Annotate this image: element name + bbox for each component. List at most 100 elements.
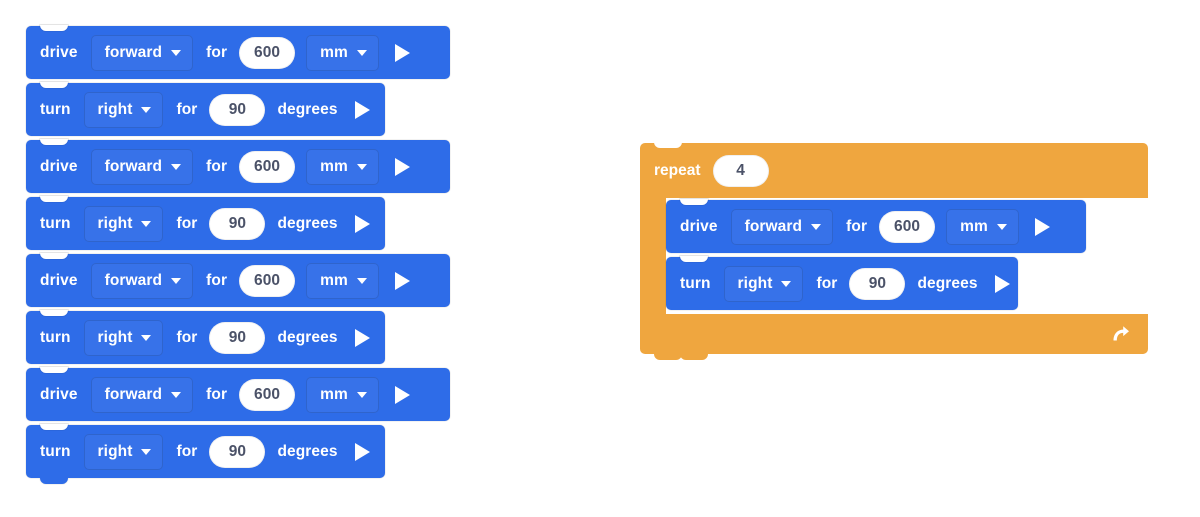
for-label: for [176, 100, 198, 118]
unit-label: degrees [277, 328, 338, 346]
turn-verb-label: turn [40, 100, 71, 118]
chevron-down-icon [141, 220, 152, 227]
amount-input[interactable]: 600 [239, 264, 296, 297]
block-notch [40, 196, 68, 202]
unit-dropdown[interactable]: mm [306, 376, 379, 413]
amount-input[interactable]: 600 [879, 210, 936, 243]
drive-block[interactable]: drive forward for 600 mm [666, 199, 1086, 253]
direction-dropdown[interactable]: right [723, 265, 804, 302]
repeat-left-arm [640, 198, 666, 314]
block-notch [40, 139, 68, 145]
chevron-down-icon [171, 49, 182, 56]
turn-block[interactable]: turn right for 90 degrees [26, 310, 385, 364]
repeat-block-header[interactable]: repeat 4 [640, 142, 1148, 198]
direction-dropdown[interactable]: forward [90, 34, 194, 71]
turn-block[interactable]: turn right for 90 degrees [666, 256, 1018, 310]
unit-dropdown-value: mm [320, 271, 348, 289]
block-notch [40, 253, 68, 259]
for-label: for [206, 385, 228, 403]
block-bump [654, 354, 682, 360]
play-icon[interactable] [394, 385, 410, 404]
direction-dropdown-value: right [737, 274, 773, 292]
block-notch [680, 199, 708, 205]
direction-dropdown[interactable]: right [83, 205, 164, 242]
direction-dropdown[interactable]: forward [90, 148, 194, 185]
drive-block[interactable]: drive forward for 600 mm [26, 25, 450, 79]
repeat-loop-program-stack[interactable]: repeat 4 drive forward for 600 mm turn right fo… [640, 142, 1148, 360]
direction-dropdown-value: forward [104, 157, 163, 175]
amount-input[interactable]: 90 [849, 267, 906, 300]
unit-dropdown[interactable]: mm [946, 208, 1019, 245]
drive-verb-label: drive [40, 43, 78, 61]
chevron-down-icon [171, 391, 182, 398]
block-notch [40, 367, 68, 373]
turn-verb-label: turn [40, 214, 71, 232]
direction-dropdown[interactable]: right [83, 91, 164, 128]
unit-dropdown[interactable]: mm [306, 34, 379, 71]
drive-block[interactable]: drive forward for 600 mm [26, 139, 450, 193]
turn-verb-label: turn [40, 328, 71, 346]
amount-input[interactable]: 600 [239, 150, 296, 183]
play-icon[interactable] [354, 328, 370, 347]
play-icon[interactable] [394, 43, 410, 62]
direction-dropdown-value: right [97, 100, 133, 118]
unit-dropdown-value: mm [320, 157, 348, 175]
block-notch [40, 424, 68, 430]
play-icon[interactable] [354, 442, 370, 461]
direction-dropdown-value: forward [104, 271, 163, 289]
drive-verb-label: drive [40, 385, 78, 403]
unit-dropdown-value: mm [320, 43, 348, 61]
play-icon[interactable] [394, 271, 410, 290]
direction-dropdown[interactable]: right [83, 433, 164, 470]
unrolled-square-program-stack[interactable]: drive forward for 600 mm turn right for 90 degree… [26, 25, 450, 484]
repeat-inner-blocks[interactable]: drive forward for 600 mm turn right for 90 degree… [666, 198, 1086, 314]
block-bump [40, 478, 68, 484]
amount-input[interactable]: 90 [209, 435, 266, 468]
amount-input[interactable]: 600 [239, 378, 296, 411]
amount-input[interactable]: 90 [209, 321, 266, 354]
amount-input[interactable]: 90 [209, 207, 266, 240]
turn-verb-label: turn [680, 274, 711, 292]
block-notch [40, 82, 68, 88]
block-notch [40, 25, 68, 31]
direction-dropdown[interactable]: right [83, 319, 164, 356]
direction-dropdown-value: forward [744, 217, 803, 235]
chevron-down-icon [811, 223, 822, 230]
chevron-down-icon [356, 391, 367, 398]
play-icon[interactable] [994, 274, 1010, 293]
for-label: for [206, 271, 228, 289]
turn-block[interactable]: turn right for 90 degrees [26, 196, 385, 250]
play-icon[interactable] [354, 100, 370, 119]
direction-dropdown-value: forward [104, 385, 163, 403]
play-icon[interactable] [354, 214, 370, 233]
drive-verb-label: drive [40, 157, 78, 175]
direction-dropdown-value: right [97, 328, 133, 346]
turn-block[interactable]: turn right for 90 degrees [26, 82, 385, 136]
block-notch [40, 310, 68, 316]
play-icon[interactable] [394, 157, 410, 176]
for-label: for [206, 43, 228, 61]
direction-dropdown[interactable]: forward [90, 376, 194, 413]
unit-label: degrees [277, 442, 338, 460]
repeat-block-footer[interactable] [640, 314, 1148, 360]
drive-block[interactable]: drive forward for 600 mm [26, 367, 450, 421]
direction-dropdown-value: right [97, 442, 133, 460]
play-icon[interactable] [1034, 217, 1050, 236]
turn-block[interactable]: turn right for 90 degrees [26, 424, 385, 484]
unit-dropdown[interactable]: mm [306, 262, 379, 299]
drive-verb-label: drive [680, 217, 718, 235]
drive-block[interactable]: drive forward for 600 mm [26, 253, 450, 307]
chevron-down-icon [356, 49, 367, 56]
direction-dropdown[interactable]: forward [90, 262, 194, 299]
amount-input[interactable]: 90 [209, 93, 266, 126]
loop-arrow-icon [1113, 326, 1129, 341]
chevron-down-icon [141, 106, 152, 113]
amount-input[interactable]: 600 [239, 36, 296, 69]
unit-dropdown[interactable]: mm [306, 148, 379, 185]
direction-dropdown-value: forward [104, 43, 163, 61]
block-notch [654, 142, 682, 148]
direction-dropdown[interactable]: forward [730, 208, 834, 245]
repeat-count-input[interactable]: 4 [712, 154, 769, 187]
unit-dropdown-value: mm [320, 385, 348, 403]
for-label: for [176, 442, 198, 460]
